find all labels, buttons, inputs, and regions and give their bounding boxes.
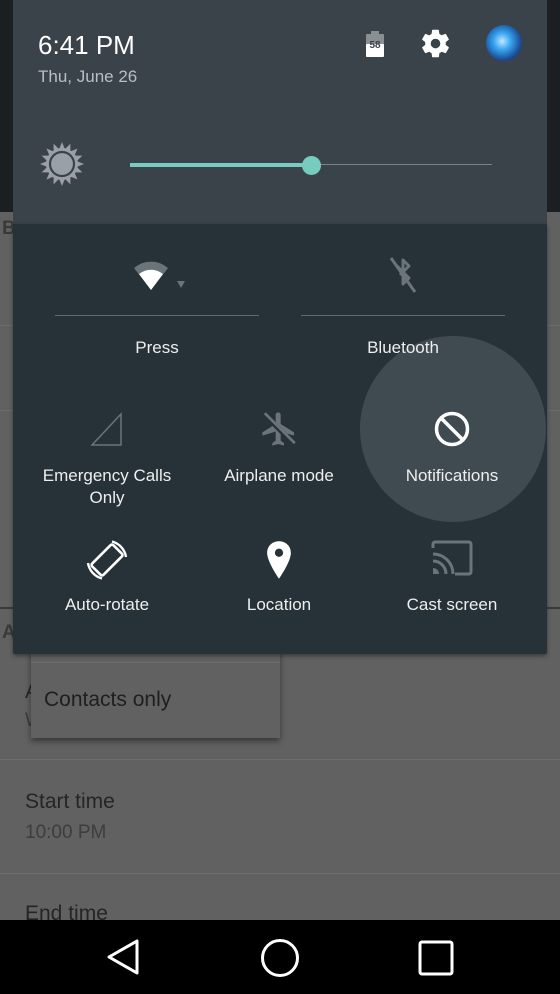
tile-label: Cast screen <box>406 595 498 614</box>
slider-thumb[interactable] <box>302 156 321 175</box>
tile-notifications[interactable]: Notifications <box>372 409 532 519</box>
tile-airplane[interactable]: Airplane mode <box>199 409 359 519</box>
do-not-disturb-icon <box>434 411 470 447</box>
wifi-dropdown-arrow <box>177 281 185 288</box>
cast-icon <box>431 540 473 576</box>
tile-auto-rotate[interactable]: Auto-rotate <box>27 538 187 638</box>
auto-rotate-icon <box>86 540 128 580</box>
user-avatar[interactable] <box>486 25 522 61</box>
brightness-sun-icon <box>40 142 84 186</box>
navigation-bar <box>0 920 560 994</box>
tile-label: Auto-rotate <box>64 595 150 614</box>
tile-divider <box>301 315 505 316</box>
menu-separator <box>31 662 280 663</box>
tile-cast[interactable]: Cast screen <box>372 538 532 638</box>
popup-menu: Contacts only <box>31 640 280 738</box>
cell-signal-icon <box>90 412 122 446</box>
divider <box>0 759 560 760</box>
menu-item-contacts-only[interactable]: Contacts only <box>44 688 171 712</box>
tile-label: Airplane mode <box>224 466 334 485</box>
tile-label: Notifications <box>405 466 499 485</box>
location-pin-icon <box>267 541 291 579</box>
tile-bluetooth[interactable]: Bluetooth <box>301 254 505 364</box>
battery-icon[interactable]: 58 <box>366 31 384 57</box>
quick-settings-panel: Press Bluetooth Emergency Calls Only Air… <box>13 224 547 654</box>
brightness-slider[interactable] <box>130 152 492 178</box>
home-circle-icon[interactable] <box>258 936 302 980</box>
wifi-icon <box>134 261 185 290</box>
tile-label-line1: Emergency Calls <box>42 466 172 485</box>
divider <box>0 873 560 874</box>
tile-wifi[interactable]: Press <box>55 254 259 364</box>
tile-label-line2: Only <box>89 488 125 507</box>
bluetooth-off-icon <box>389 257 417 293</box>
back-triangle-icon[interactable] <box>101 936 145 980</box>
recents-square-icon[interactable] <box>414 936 458 980</box>
tile-label: Press <box>135 338 179 357</box>
battery-level: 58 <box>369 40 381 51</box>
clock[interactable]: 6:41 PM <box>38 30 135 61</box>
tile-cellular[interactable]: Emergency Calls Only <box>27 409 187 519</box>
tile-location[interactable]: Location <box>199 538 359 638</box>
tile-divider <box>55 315 259 316</box>
start-time-title: Start time <box>25 790 115 813</box>
tile-label: Location <box>246 595 312 614</box>
date[interactable]: Thu, June 26 <box>38 67 137 87</box>
slider-fill <box>130 163 311 167</box>
airplane-off-icon <box>262 412 296 446</box>
shade-header: 6:41 PM Thu, June 26 58 <box>13 0 547 226</box>
start-time-value: 10:00 PM <box>25 822 107 843</box>
tile-label: Bluetooth <box>367 338 439 357</box>
settings-gear-icon[interactable] <box>419 27 452 60</box>
